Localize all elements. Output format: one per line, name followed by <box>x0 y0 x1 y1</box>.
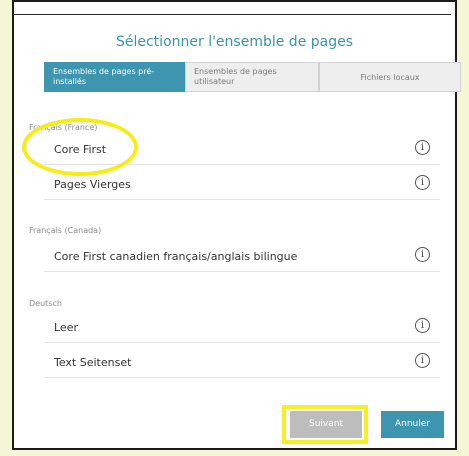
tab-local-files[interactable]: Fichiers locaux <box>319 62 461 92</box>
tab-bar: Ensembles de pages pré-installés Ensembl… <box>44 62 461 92</box>
tab-preinstalled[interactable]: Ensembles de pages pré-installés <box>44 62 185 92</box>
info-icon[interactable]: i <box>415 318 430 333</box>
cancel-button[interactable]: Annuler <box>381 411 444 438</box>
info-icon[interactable]: i <box>415 353 430 368</box>
highlight-circle <box>22 118 138 176</box>
info-icon[interactable]: i <box>415 175 430 190</box>
list-item-label: Text Seitenset <box>54 356 132 369</box>
highlight-box <box>282 405 368 444</box>
top-divider <box>14 14 451 15</box>
list-item-label: Core First canadien français/anglais bil… <box>54 250 298 263</box>
list-item-text-seitenset[interactable]: Text Seitenset i <box>44 346 440 378</box>
list-item-label: Pages Vierges <box>54 178 131 191</box>
group-header-fr-canada: Français (Canada) <box>29 226 102 235</box>
group-header-deutsch: Deutsch <box>29 299 62 308</box>
info-icon[interactable]: i <box>415 247 430 262</box>
tab-user[interactable]: Ensembles de pages utilisateur <box>185 62 319 92</box>
list-item-core-first-canadien[interactable]: Core First canadien français/anglais bil… <box>44 240 440 272</box>
dialog-title: Sélectionner l'ensemble de pages <box>115 34 354 50</box>
info-icon[interactable]: i <box>415 140 430 155</box>
list-item-label: Leer <box>54 321 78 334</box>
list-item-leer[interactable]: Leer i <box>44 311 440 343</box>
